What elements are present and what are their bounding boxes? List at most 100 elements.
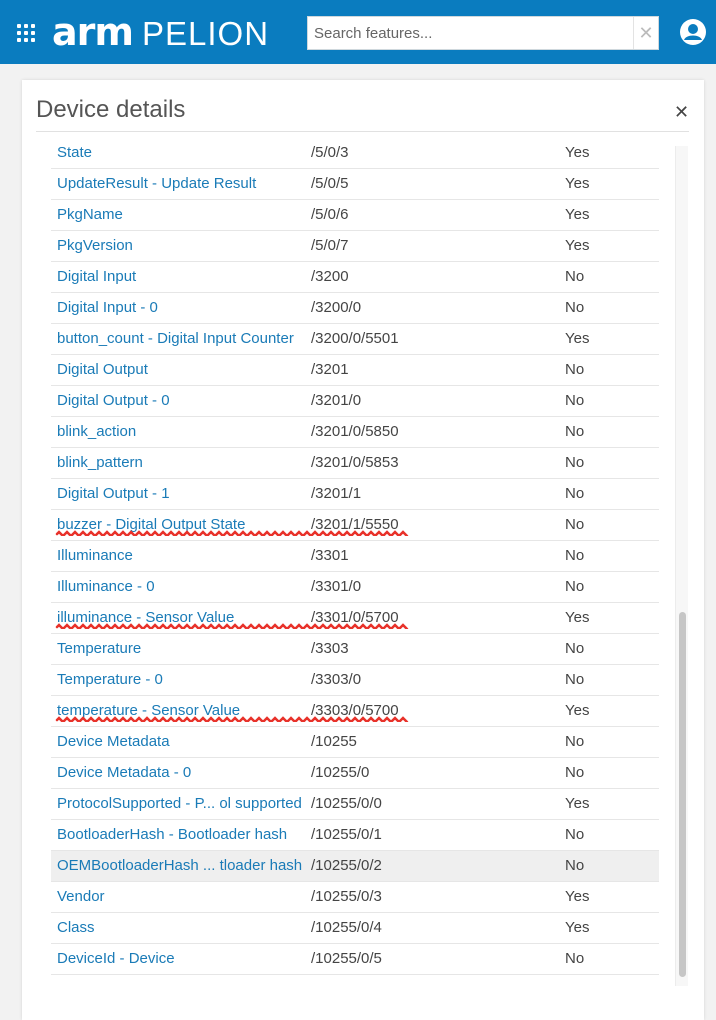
observable-value: No <box>565 826 585 843</box>
resource-path: /10255/0/1 <box>311 826 382 843</box>
table-row[interactable]: ProtocolSupported - P... ol supported/10… <box>51 789 659 820</box>
observable-value: Yes <box>565 702 590 719</box>
red-annotation-underline <box>55 716 409 722</box>
user-account-icon[interactable] <box>679 18 707 46</box>
table-row[interactable]: Device Metadata/10255 No <box>51 727 659 758</box>
table-row[interactable]: PkgVersion/5/0/7 Yes <box>51 231 659 262</box>
observable-value: No <box>565 764 585 781</box>
divider <box>36 131 689 132</box>
resource-path: /3200 <box>311 268 349 285</box>
resource-name-link[interactable]: Device Metadata - 0 <box>57 764 191 781</box>
observable-value: No <box>565 733 585 750</box>
resource-list: State/5/0/3 Yes UpdateResult - Update Resu… <box>51 138 659 975</box>
resource-path: /5/0/3 <box>311 144 349 161</box>
table-row[interactable]: illuminance - Sensor Value/3301/0/5700 Ye… <box>51 603 659 634</box>
logo-arm-text: arm <box>52 10 134 54</box>
resource-name-link[interactable]: blink_action <box>57 423 136 440</box>
resource-name-link[interactable]: Illuminance <box>57 547 133 564</box>
resource-name-link[interactable]: Digital Input - 0 <box>57 299 158 316</box>
observable-value: Yes <box>565 888 590 905</box>
table-row[interactable]: Digital Output - 0/3201/0 No <box>51 386 659 417</box>
resource-name-link[interactable]: PkgName <box>57 206 123 223</box>
table-row[interactable]: blink_action/3201/0/5850 No <box>51 417 659 448</box>
table-row[interactable]: State/5/0/3 Yes <box>51 138 659 169</box>
search-input[interactable] <box>308 17 640 49</box>
table-row[interactable]: Digital Input/3200 No <box>51 262 659 293</box>
observable-value: No <box>565 454 585 471</box>
panel-title: Device details <box>36 96 186 123</box>
resource-name-link[interactable]: Class <box>57 919 95 936</box>
resource-name-link[interactable]: blink_pattern <box>57 454 143 471</box>
observable-value: No <box>565 485 585 502</box>
observable-value: Yes <box>565 330 590 347</box>
resource-path: /3303/0 <box>311 671 362 688</box>
red-annotation-underline <box>55 530 409 536</box>
resource-name-link[interactable]: Illuminance - 0 <box>57 578 155 595</box>
observable-value: No <box>565 268 585 285</box>
resource-name-link[interactable]: OEMBootloaderHash ... tloader hash <box>57 857 302 874</box>
resource-name-link[interactable]: DeviceId - Device <box>57 950 175 967</box>
resource-name-link[interactable]: Digital Output <box>57 361 148 378</box>
table-row[interactable]: Illuminance/3301 No <box>51 541 659 572</box>
table-row[interactable]: buzzer - Digital Output State/3201/1/555… <box>51 510 659 541</box>
resource-name-link[interactable]: UpdateResult - Update Result <box>57 175 256 192</box>
resource-name-link[interactable]: Temperature <box>57 640 141 657</box>
table-row[interactable]: button_count - Digital Input Counter/320… <box>51 324 659 355</box>
table-row[interactable]: Digital Output/3201 No <box>51 355 659 386</box>
resource-path: /5/0/7 <box>311 237 349 254</box>
resource-name-link[interactable]: Vendor <box>57 888 105 905</box>
observable-value: No <box>565 547 585 564</box>
apps-grid-icon[interactable] <box>17 24 35 42</box>
observable-value: Yes <box>565 919 590 936</box>
resource-path: /10255/0/0 <box>311 795 382 812</box>
observable-value: No <box>565 299 585 316</box>
clear-search-icon[interactable]: ✕ <box>633 17 658 49</box>
observable-value: No <box>565 671 585 688</box>
table-row[interactable]: BootloaderHash - Bootloader hash/10255/0… <box>51 820 659 851</box>
resource-name-link[interactable]: Temperature - 0 <box>57 671 163 688</box>
resource-name-link[interactable]: Digital Output - 0 <box>57 392 170 409</box>
resource-path: /3201 <box>311 361 349 378</box>
table-row[interactable]: OEMBootloaderHash ... tloader hash/10255… <box>51 851 659 882</box>
observable-value: No <box>565 423 585 440</box>
table-row[interactable]: Class/10255/0/4 Yes <box>51 913 659 944</box>
scrollbar-thumb[interactable] <box>679 612 686 977</box>
table-row[interactable]: Device Metadata - 0/10255/0 No <box>51 758 659 789</box>
resource-name-link[interactable]: button_count - Digital Input Counter <box>57 330 294 347</box>
table-row[interactable]: Digital Output - 1/3201/1 No <box>51 479 659 510</box>
scrollbar[interactable] <box>675 146 688 986</box>
resource-name-link[interactable]: BootloaderHash - Bootloader hash <box>57 826 287 843</box>
device-details-panel: Device details ✕ State/5/0/3 Yes UpdateRes… <box>22 80 704 1020</box>
resource-name-link[interactable]: Device Metadata <box>57 733 170 750</box>
table-row[interactable]: Temperature/3303 No <box>51 634 659 665</box>
table-row[interactable]: Vendor/10255/0/3 Yes <box>51 882 659 913</box>
arm-pelion-logo[interactable]: arm PELION <box>52 10 269 54</box>
resource-path: /3201/1 <box>311 485 362 502</box>
resource-path: /3201/0/5850 <box>311 423 399 440</box>
resource-name-link[interactable]: Digital Output - 1 <box>57 485 170 502</box>
table-row[interactable]: Illuminance - 0/3301/0 No <box>51 572 659 603</box>
table-row[interactable]: PkgName/5/0/6 Yes <box>51 200 659 231</box>
table-row[interactable]: blink_pattern/3201/0/5853 No <box>51 448 659 479</box>
table-row[interactable]: Digital Input - 0/3200/0 No <box>51 293 659 324</box>
resource-path: /10255/0/4 <box>311 919 382 936</box>
resource-path: /5/0/5 <box>311 175 349 192</box>
observable-value: No <box>565 857 585 874</box>
resource-name-link[interactable]: State <box>57 144 92 161</box>
resource-name-link[interactable]: Digital Input <box>57 268 136 285</box>
resource-path: /3200/0/5501 <box>311 330 399 347</box>
resource-name-link[interactable]: PkgVersion <box>57 237 133 254</box>
resource-path: /10255 <box>311 733 357 750</box>
table-row[interactable]: UpdateResult - Update Result/5/0/5 Yes <box>51 169 659 200</box>
table-row[interactable]: DeviceId - Device/10255/0/5 No <box>51 944 659 975</box>
resource-name-link[interactable]: ProtocolSupported - P... ol supported <box>57 795 302 812</box>
table-row[interactable]: Temperature - 0/3303/0 No <box>51 665 659 696</box>
observable-value: Yes <box>565 237 590 254</box>
search-box: ✕ <box>307 16 659 50</box>
table-row[interactable]: temperature - Sensor Value/3303/0/5700 Ye… <box>51 696 659 727</box>
close-icon[interactable]: ✕ <box>674 102 689 123</box>
resource-path: /10255/0/5 <box>311 950 382 967</box>
observable-value: No <box>565 640 585 657</box>
observable-value: Yes <box>565 144 590 161</box>
resource-path: /3303 <box>311 640 349 657</box>
